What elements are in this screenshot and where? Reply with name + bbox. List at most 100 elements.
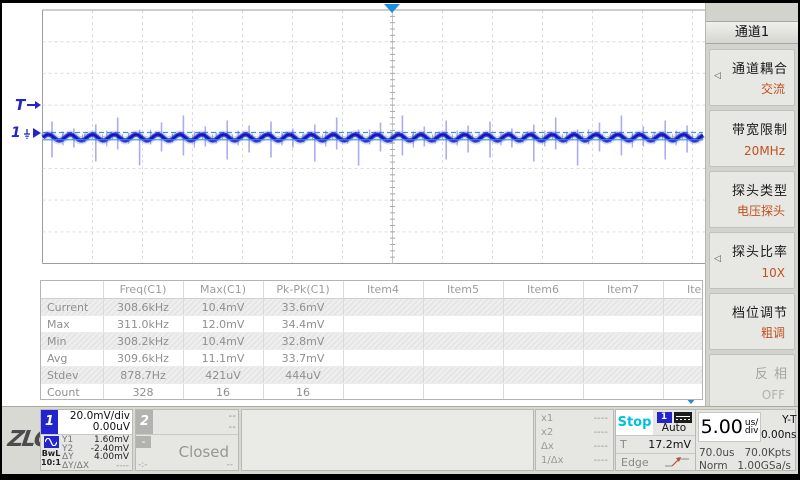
table-cell — [423, 333, 503, 350]
menu-item-1[interactable]: 带宽限制 20MHz — [709, 110, 795, 167]
menu-item-label: 反 相 — [755, 363, 788, 382]
channel2-state: Closed — [179, 443, 229, 461]
status-bar: ZLG® 1 20.0mV/div 0.00uV BwL 10:1 Y11.60… — [2, 406, 798, 474]
table-cell — [663, 367, 703, 384]
menu-item-value: 粗调 — [761, 324, 785, 341]
table-row: Count3281616 — [41, 384, 703, 401]
table-header-cell: Item4 — [343, 281, 423, 299]
table-cell — [423, 299, 503, 316]
table-row: Avg309.6kHz11.1mV33.7mV — [41, 350, 703, 367]
probe-ratio-flag: 10:1 — [41, 458, 61, 467]
table-cell: 12.0mV — [183, 316, 263, 333]
table-header-cell: Item5 — [423, 281, 503, 299]
channel-menu-panel: 通道1 ◁通道耦合交流带宽限制20MHz探头类型电压探头◁探头比率10X档位调节… — [705, 3, 798, 406]
acquisition-mode: Norm — [699, 460, 728, 473]
timebase-scale: 5.00 — [701, 416, 743, 438]
table-row: Max311.0kHz12.0mV34.4mV — [41, 316, 703, 333]
table-cell — [503, 316, 583, 333]
trigger-level-label: T — [620, 436, 627, 453]
trigger-delay: 0.00ns — [761, 428, 797, 443]
channel1-cursor-readout: Y11.60mVY2-2.40mVΔY4.00mVΔY/ΔX---- — [61, 435, 132, 471]
table-cell — [343, 299, 423, 316]
left-arrow-icon: ◁ — [714, 71, 721, 81]
menu-item-2[interactable]: 探头类型电压探头 — [709, 171, 795, 228]
table-cell — [503, 384, 583, 401]
trigger-level-label: T — [15, 96, 25, 114]
cursor-readout-block: x1----x2----Δx----1/Δx---- — [535, 409, 614, 471]
table-cell — [583, 316, 663, 333]
cursor-value: ---- — [594, 412, 608, 426]
table-cell: 33.6mV — [263, 299, 343, 316]
menu-item-value: 20MHz — [744, 144, 785, 158]
channel2-ratio: -:- — [138, 460, 148, 470]
menu-item-label: 探头类型 — [732, 180, 788, 199]
sample-rate: 1.00GSa/s — [737, 460, 791, 473]
menu-item-3[interactable]: ◁探头比率10X — [709, 232, 795, 289]
table-row-label: Count — [41, 384, 103, 401]
rising-edge-icon — [664, 456, 690, 469]
empty-status-block — [241, 409, 534, 471]
menu-item-5[interactable]: 反 相 OFF — [709, 354, 795, 411]
cursor-label: x2 — [541, 426, 553, 440]
table-cell: 878.7Hz — [103, 367, 183, 384]
bandwidth-limit-flag: BwL — [42, 449, 61, 458]
menu-item-value: 电压探头 — [737, 202, 785, 219]
table-cell: 16 — [263, 384, 343, 401]
trigger-level-marker[interactable]: T — [15, 96, 41, 114]
trigger-status-block[interactable]: Stop 1 Auto T 17.2mV Edge — [615, 409, 696, 471]
table-cell: 32.8mV — [263, 333, 343, 350]
channel2-offset: -- — [155, 422, 236, 433]
menu-item-value: OFF — [762, 388, 785, 402]
table-cell: 10.4mV — [183, 299, 263, 316]
table-cell — [503, 333, 583, 350]
trigger-type: Edge — [621, 456, 649, 469]
cursor-value: ---- — [594, 454, 608, 468]
table-cell: 11.1mV — [183, 350, 263, 367]
table-cell — [583, 299, 663, 316]
table-cell: 16 — [183, 384, 263, 401]
table-row: Min308.2kHz10.4mV32.8mV — [41, 333, 703, 350]
channel1-badge: 1 — [41, 410, 58, 434]
left-arrow-icon: ◁ — [714, 254, 721, 264]
table-cell — [343, 316, 423, 333]
table-cell — [663, 333, 703, 350]
table-header-cell: Pk-Pk(C1) — [263, 281, 343, 299]
table-cell: 328 — [103, 384, 183, 401]
table-row-label: Max — [41, 316, 103, 333]
oscilloscope-screen: T 1 Freq(C1)Max(C1)Pk-Pk(C1)Item4Ite — [2, 3, 798, 474]
table-cell — [503, 367, 583, 384]
waveform-display — [2, 3, 705, 279]
menu-item-label: 带宽限制 — [732, 119, 788, 138]
table-cell — [583, 333, 663, 350]
time-window: 70.0us — [699, 447, 735, 460]
cursor-value: ---- — [594, 440, 608, 454]
cursor-value: ---- — [594, 426, 608, 440]
timebase-status-block[interactable]: 5.00 us/ div Y-T 0.00ns 70.0us 70.0Kpts … — [695, 409, 796, 471]
table-row: Stdev878.7Hz421uV444uV — [41, 367, 703, 384]
menu-title: 通道1 — [706, 21, 798, 44]
channel2-coupling-badge: - — [136, 436, 151, 448]
menu-item-0[interactable]: ◁通道耦合交流 — [709, 49, 795, 106]
trigger-position-marker-icon[interactable] — [384, 4, 400, 13]
channel1-position-marker[interactable]: 1 — [11, 125, 42, 141]
table-cell — [423, 316, 503, 333]
table-cell — [423, 384, 503, 401]
table-row: Current308.6kHz10.4mV33.6mV — [41, 299, 703, 316]
display-mode: Y-T — [761, 413, 797, 428]
timebase-scale-box: 5.00 us/ div — [698, 412, 761, 442]
cursor-row: x1---- — [536, 412, 613, 426]
menu-item-value: 交流 — [761, 80, 785, 97]
table-cell: 10.4mV — [183, 333, 263, 350]
run-state-badge: Stop — [616, 410, 653, 435]
table-header-cell — [41, 281, 103, 299]
table-cell: 308.6kHz — [103, 299, 183, 316]
table-cell: 311.0kHz — [103, 316, 183, 333]
channel1-marker-label: 1 — [11, 125, 21, 141]
menu-item-4[interactable]: 档位调节粗调 — [709, 293, 795, 350]
table-cell: 33.7mV — [263, 350, 343, 367]
ac-coupling-icon — [44, 436, 59, 448]
menu-item-label: 档位调节 — [732, 302, 788, 321]
channel2-status-block[interactable]: 2 -- -- - Closed -:- -- — [135, 409, 239, 471]
channel1-status-block[interactable]: 1 20.0mV/div 0.00uV BwL 10:1 Y11.60mVY2-… — [40, 409, 133, 471]
table-cell — [663, 316, 703, 333]
